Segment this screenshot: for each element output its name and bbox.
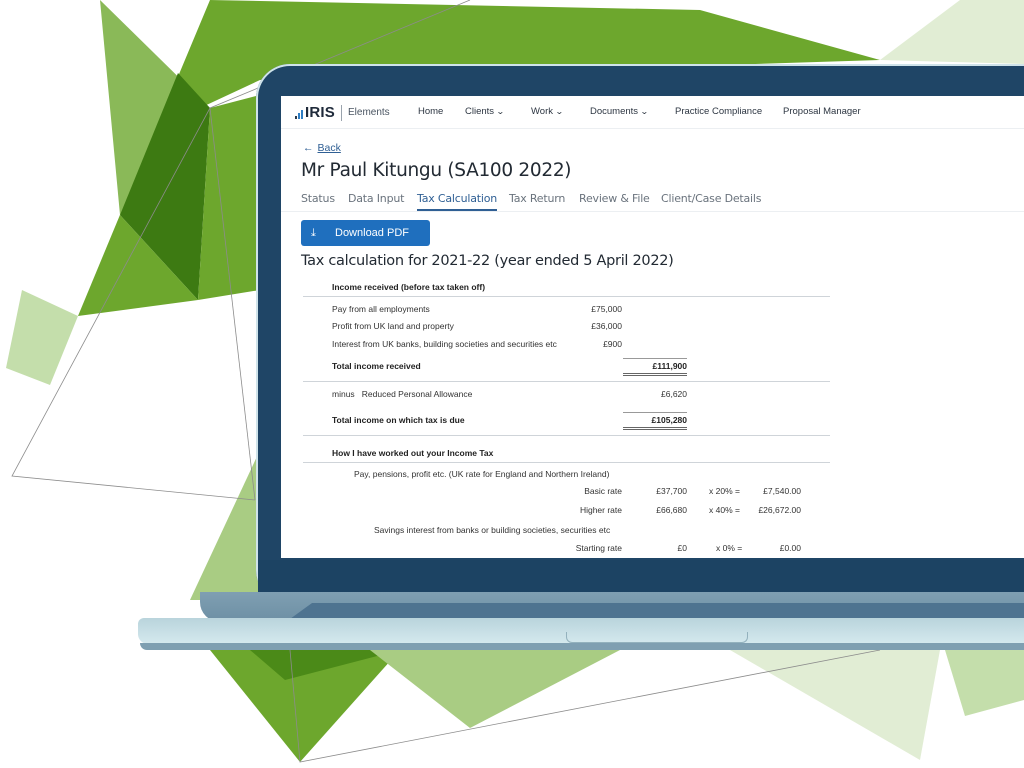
income-header: Income received (before tax taken off) [332, 282, 486, 292]
band-amount: £0 [677, 543, 687, 553]
total-income-amount: £111,900 [652, 361, 687, 371]
bg-shape [6, 290, 78, 385]
band-rate: x 0% = [716, 543, 743, 553]
band-rate: x 40% = [709, 505, 740, 515]
band-label: Starting rate [575, 543, 622, 553]
pay-group-label: Pay, pensions, profit etc. (UK rate for … [354, 469, 610, 479]
bg-shape [730, 650, 940, 760]
app-screen: IRIS Elements Home Clients ⌄ Work ⌄ Docume… [281, 96, 1024, 558]
savings-group-label: Savings interest from banks or building … [374, 525, 611, 535]
bg-shape [370, 650, 620, 728]
allowance-row: minus Reduced Personal Allowance [332, 389, 472, 399]
laptop-base-edge [140, 643, 1024, 650]
laptop-notch [566, 632, 748, 643]
tax-calculation-table: Income received (before tax taken off) P… [281, 96, 1024, 558]
income-item-amount: £75,000 [591, 304, 622, 314]
income-item-amount: £900 [603, 339, 622, 349]
band-label: Basic rate [584, 486, 622, 496]
divider [303, 435, 830, 436]
bg-shape [190, 450, 260, 600]
income-item-amount: £36,000 [591, 321, 622, 331]
workings-header: How I have worked out your Income Tax [332, 448, 494, 458]
allowance-label: Reduced Personal Allowance [361, 389, 473, 399]
band-tax: £0.00 [779, 543, 801, 553]
bg-shape [880, 0, 1024, 64]
income-item-label: Pay from all employments [332, 304, 430, 314]
divider [303, 381, 830, 382]
band-amount: £66,680 [656, 505, 687, 515]
income-item-label: Interest from UK banks, building societi… [332, 339, 557, 349]
allowance-prefix: minus [332, 389, 355, 399]
income-item-label: Profit from UK land and property [332, 321, 454, 331]
bg-shape [945, 650, 1024, 716]
allowance-amount: £6,620 [661, 389, 687, 399]
band-rate: x 20% = [709, 486, 740, 496]
total-income-label: Total income received [332, 361, 421, 371]
laptop-keyboard [290, 603, 1024, 619]
band-tax: £7,540.00 [763, 486, 801, 496]
band-label: Higher rate [579, 505, 622, 515]
band-tax: £26,672.00 [758, 505, 801, 515]
total-taxable-label: Total income on which tax is due [332, 415, 465, 425]
total-taxable-amount: £105,280 [651, 415, 687, 425]
band-amount: £37,700 [656, 486, 687, 496]
divider [303, 462, 830, 463]
divider [303, 296, 830, 297]
